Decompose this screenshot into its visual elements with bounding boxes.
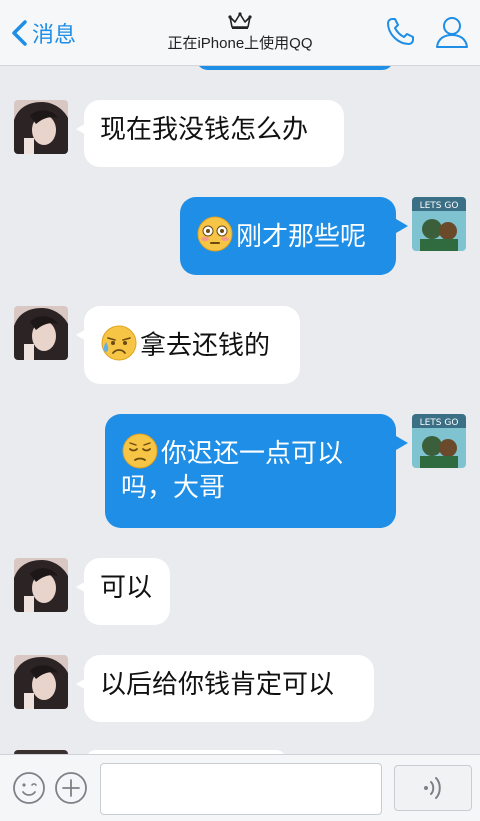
voice-icon (424, 777, 441, 799)
svg-text:LETS GO: LETS GO (420, 201, 459, 211)
chat-status-text: 正在iPhone上使用QQ (167, 35, 313, 52)
phone-icon[interactable] (384, 16, 416, 48)
contact-avatar-image (14, 100, 68, 154)
message-text: 现在我没钱怎么办 (100, 114, 309, 144)
contact-avatar[interactable] (14, 558, 68, 612)
emoji-icon[interactable] (12, 771, 46, 805)
bubble-tail (396, 436, 408, 450)
contact-avatar[interactable] (14, 655, 68, 709)
back-label: 消息 (32, 22, 77, 47)
contact-avatar-image (14, 306, 68, 360)
contact-avatar[interactable] (14, 306, 68, 360)
sad-sweat-face-emoji (101, 325, 137, 361)
user-profile-icon[interactable] (434, 14, 470, 50)
message-line: 吗，大哥 (121, 472, 226, 502)
message-bubble[interactable]: 可以 (84, 558, 170, 625)
message-text: 以后给你钱肯定可以 (100, 669, 335, 699)
crown-icon (228, 12, 252, 29)
pensive-face-emoji (122, 433, 158, 469)
message-input[interactable] (100, 763, 382, 815)
voice-button[interactable] (394, 765, 472, 811)
message-text: 拿去还钱的 (140, 330, 271, 360)
message-line: 你迟还一点可以 (121, 432, 380, 470)
chat-message-list[interactable]: 现在我没钱怎么办 LETS GO 刚才那些呢 拿去还钱的 LETS GO 你迟还… (0, 66, 480, 754)
message-text: 刚才那些呢 (236, 221, 367, 251)
message-bubble[interactable]: 拿去还钱的 (84, 306, 300, 384)
chevron-left-icon (12, 20, 27, 46)
back-button[interactable]: 消息 (10, 16, 76, 50)
previous-message-bubble[interactable] (196, 66, 394, 70)
contact-avatar[interactable] (14, 100, 68, 154)
message-bubble[interactable]: 刚才那些呢 (180, 197, 396, 275)
svg-text:LETS GO: LETS GO (420, 418, 459, 428)
chat-header: 消息 正在iPhone上使用QQ (0, 0, 480, 66)
bubble-tail (396, 219, 408, 233)
message-text: 你迟还一点可以 (161, 438, 344, 468)
my-avatar-image: LETS GO (412, 414, 466, 468)
message-text: 可以 (100, 572, 153, 602)
my-avatar[interactable]: LETS GO (412, 414, 466, 468)
contact-avatar-image (14, 655, 68, 709)
plus-icon[interactable] (54, 771, 88, 805)
flushed-face-emoji (197, 216, 233, 252)
message-input-bar (0, 754, 480, 821)
message-bubble[interactable]: 你迟还一点可以 吗，大哥 (105, 414, 396, 528)
message-bubble[interactable]: 以后给你钱肯定可以 (84, 655, 374, 722)
contact-avatar-image (14, 558, 68, 612)
message-bubble[interactable]: 现在我没钱怎么办 (84, 100, 344, 167)
chat-title-area[interactable]: 正在iPhone上使用QQ (140, 12, 340, 53)
my-avatar-image: LETS GO (412, 197, 466, 251)
my-avatar[interactable]: LETS GO (412, 197, 466, 251)
